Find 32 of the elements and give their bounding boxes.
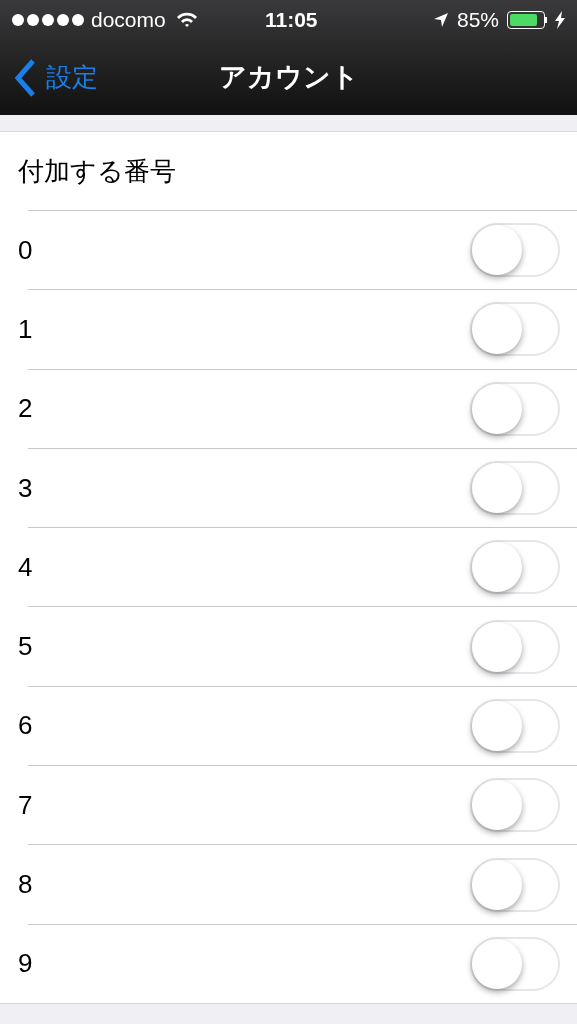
- battery-percent: 85%: [456, 7, 499, 34]
- charging-bolt-icon: [555, 11, 565, 29]
- status-time: 11:05: [265, 7, 318, 34]
- section-header: 付加する番号: [18, 154, 176, 188]
- row-label: 1: [18, 312, 33, 346]
- toggle-switch[interactable]: [470, 778, 560, 833]
- carrier-name: docomo: [91, 7, 166, 34]
- back-button[interactable]: 設定: [0, 58, 98, 97]
- row-label: 4: [18, 550, 33, 584]
- row-label: 5: [18, 630, 33, 664]
- toggle-switch[interactable]: [470, 461, 560, 516]
- row-label: 7: [18, 788, 33, 822]
- toggle-switch[interactable]: [470, 302, 560, 357]
- row-label: 6: [18, 709, 33, 743]
- wifi-icon: [175, 12, 198, 28]
- signal-icon: [12, 14, 84, 26]
- toggle-switch[interactable]: [470, 698, 560, 753]
- row-label: 0: [18, 233, 33, 267]
- location-arrow-icon: [432, 12, 449, 28]
- toggle-switch[interactable]: [470, 540, 560, 595]
- toggle-switch[interactable]: [470, 619, 560, 674]
- row-label: 2: [18, 392, 33, 426]
- toggle-switch[interactable]: [470, 857, 560, 912]
- toggle-switch[interactable]: [470, 223, 560, 278]
- row-label: 9: [18, 947, 33, 981]
- back-chevron-icon: [14, 58, 36, 97]
- nav-title: アカウント: [218, 61, 359, 95]
- toggle-switch[interactable]: [470, 381, 560, 436]
- row-label: 3: [18, 471, 33, 505]
- row-label: 8: [18, 868, 33, 901]
- toggle-switch[interactable]: [470, 936, 560, 991]
- battery-icon: [507, 11, 547, 29]
